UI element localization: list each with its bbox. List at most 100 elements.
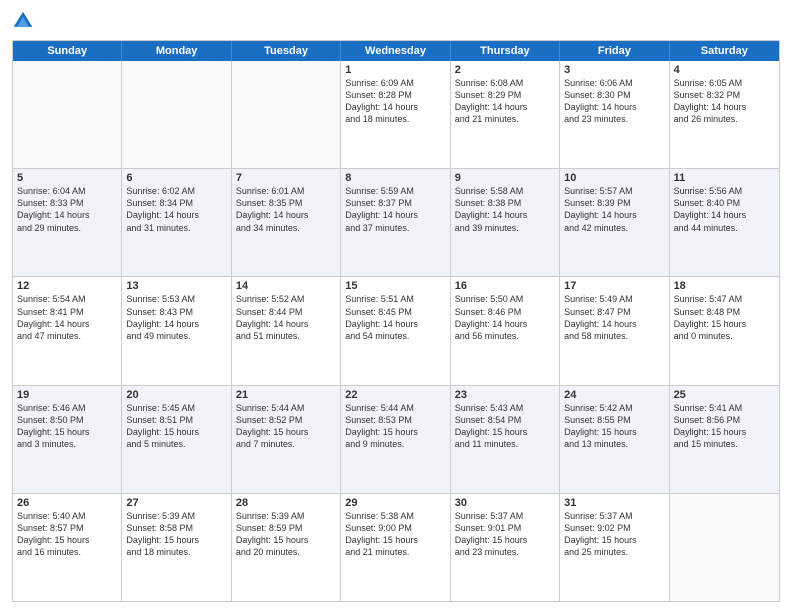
day-number: 23 bbox=[455, 389, 555, 401]
calendar-cell-3: 3Sunrise: 6:06 AM Sunset: 8:30 PM Daylig… bbox=[560, 61, 669, 168]
calendar-cell-20: 20Sunrise: 5:45 AM Sunset: 8:51 PM Dayli… bbox=[122, 386, 231, 493]
day-info: Sunrise: 6:04 AM Sunset: 8:33 PM Dayligh… bbox=[17, 185, 117, 234]
calendar-cell-7: 7Sunrise: 6:01 AM Sunset: 8:35 PM Daylig… bbox=[232, 169, 341, 276]
day-info: Sunrise: 5:56 AM Sunset: 8:40 PM Dayligh… bbox=[674, 185, 775, 234]
calendar-cell-5: 5Sunrise: 6:04 AM Sunset: 8:33 PM Daylig… bbox=[13, 169, 122, 276]
calendar-cell-13: 13Sunrise: 5:53 AM Sunset: 8:43 PM Dayli… bbox=[122, 277, 231, 384]
day-info: Sunrise: 5:52 AM Sunset: 8:44 PM Dayligh… bbox=[236, 293, 336, 342]
calendar-cell-8: 8Sunrise: 5:59 AM Sunset: 8:37 PM Daylig… bbox=[341, 169, 450, 276]
day-info: Sunrise: 5:54 AM Sunset: 8:41 PM Dayligh… bbox=[17, 293, 117, 342]
day-number: 4 bbox=[674, 64, 775, 76]
day-number: 28 bbox=[236, 497, 336, 509]
calendar-cell-26: 26Sunrise: 5:40 AM Sunset: 8:57 PM Dayli… bbox=[13, 494, 122, 601]
calendar-header: SundayMondayTuesdayWednesdayThursdayFrid… bbox=[13, 41, 779, 61]
calendar-cell-18: 18Sunrise: 5:47 AM Sunset: 8:48 PM Dayli… bbox=[670, 277, 779, 384]
day-number: 11 bbox=[674, 172, 775, 184]
day-number: 31 bbox=[564, 497, 664, 509]
header-day-sunday: Sunday bbox=[13, 41, 122, 61]
day-info: Sunrise: 5:45 AM Sunset: 8:51 PM Dayligh… bbox=[126, 402, 226, 451]
day-info: Sunrise: 5:49 AM Sunset: 8:47 PM Dayligh… bbox=[564, 293, 664, 342]
calendar-row-4: 26Sunrise: 5:40 AM Sunset: 8:57 PM Dayli… bbox=[13, 493, 779, 601]
calendar-body: 1Sunrise: 6:09 AM Sunset: 8:28 PM Daylig… bbox=[13, 61, 779, 601]
day-info: Sunrise: 5:42 AM Sunset: 8:55 PM Dayligh… bbox=[564, 402, 664, 451]
day-info: Sunrise: 6:02 AM Sunset: 8:34 PM Dayligh… bbox=[126, 185, 226, 234]
calendar-cell-24: 24Sunrise: 5:42 AM Sunset: 8:55 PM Dayli… bbox=[560, 386, 669, 493]
header-day-tuesday: Tuesday bbox=[232, 41, 341, 61]
day-number: 16 bbox=[455, 280, 555, 292]
day-number: 27 bbox=[126, 497, 226, 509]
calendar-cell-empty-6 bbox=[670, 494, 779, 601]
calendar-cell-16: 16Sunrise: 5:50 AM Sunset: 8:46 PM Dayli… bbox=[451, 277, 560, 384]
day-info: Sunrise: 5:39 AM Sunset: 8:58 PM Dayligh… bbox=[126, 510, 226, 559]
day-number: 15 bbox=[345, 280, 445, 292]
day-info: Sunrise: 5:43 AM Sunset: 8:54 PM Dayligh… bbox=[455, 402, 555, 451]
day-info: Sunrise: 5:59 AM Sunset: 8:37 PM Dayligh… bbox=[345, 185, 445, 234]
day-number: 6 bbox=[126, 172, 226, 184]
day-number: 17 bbox=[564, 280, 664, 292]
calendar-row-0: 1Sunrise: 6:09 AM Sunset: 8:28 PM Daylig… bbox=[13, 61, 779, 168]
page: SundayMondayTuesdayWednesdayThursdayFrid… bbox=[0, 0, 792, 612]
day-number: 18 bbox=[674, 280, 775, 292]
calendar-row-2: 12Sunrise: 5:54 AM Sunset: 8:41 PM Dayli… bbox=[13, 276, 779, 384]
day-number: 9 bbox=[455, 172, 555, 184]
header-day-saturday: Saturday bbox=[670, 41, 779, 61]
day-number: 1 bbox=[345, 64, 445, 76]
calendar-cell-1: 1Sunrise: 6:09 AM Sunset: 8:28 PM Daylig… bbox=[341, 61, 450, 168]
calendar-cell-15: 15Sunrise: 5:51 AM Sunset: 8:45 PM Dayli… bbox=[341, 277, 450, 384]
day-info: Sunrise: 5:37 AM Sunset: 9:01 PM Dayligh… bbox=[455, 510, 555, 559]
day-info: Sunrise: 5:41 AM Sunset: 8:56 PM Dayligh… bbox=[674, 402, 775, 451]
day-info: Sunrise: 5:47 AM Sunset: 8:48 PM Dayligh… bbox=[674, 293, 775, 342]
day-info: Sunrise: 6:06 AM Sunset: 8:30 PM Dayligh… bbox=[564, 77, 664, 126]
day-number: 26 bbox=[17, 497, 117, 509]
calendar-cell-28: 28Sunrise: 5:39 AM Sunset: 8:59 PM Dayli… bbox=[232, 494, 341, 601]
day-number: 7 bbox=[236, 172, 336, 184]
day-number: 20 bbox=[126, 389, 226, 401]
day-number: 12 bbox=[17, 280, 117, 292]
day-info: Sunrise: 6:09 AM Sunset: 8:28 PM Dayligh… bbox=[345, 77, 445, 126]
calendar-cell-23: 23Sunrise: 5:43 AM Sunset: 8:54 PM Dayli… bbox=[451, 386, 560, 493]
calendar-cell-27: 27Sunrise: 5:39 AM Sunset: 8:58 PM Dayli… bbox=[122, 494, 231, 601]
day-info: Sunrise: 5:51 AM Sunset: 8:45 PM Dayligh… bbox=[345, 293, 445, 342]
day-number: 3 bbox=[564, 64, 664, 76]
day-info: Sunrise: 5:58 AM Sunset: 8:38 PM Dayligh… bbox=[455, 185, 555, 234]
calendar-cell-10: 10Sunrise: 5:57 AM Sunset: 8:39 PM Dayli… bbox=[560, 169, 669, 276]
header-day-wednesday: Wednesday bbox=[341, 41, 450, 61]
calendar-cell-31: 31Sunrise: 5:37 AM Sunset: 9:02 PM Dayli… bbox=[560, 494, 669, 601]
day-info: Sunrise: 6:01 AM Sunset: 8:35 PM Dayligh… bbox=[236, 185, 336, 234]
day-info: Sunrise: 5:40 AM Sunset: 8:57 PM Dayligh… bbox=[17, 510, 117, 559]
logo bbox=[12, 10, 38, 32]
logo-icon bbox=[12, 10, 34, 32]
day-number: 25 bbox=[674, 389, 775, 401]
day-number: 24 bbox=[564, 389, 664, 401]
calendar-cell-30: 30Sunrise: 5:37 AM Sunset: 9:01 PM Dayli… bbox=[451, 494, 560, 601]
header bbox=[12, 10, 780, 32]
day-info: Sunrise: 6:05 AM Sunset: 8:32 PM Dayligh… bbox=[674, 77, 775, 126]
calendar-cell-22: 22Sunrise: 5:44 AM Sunset: 8:53 PM Dayli… bbox=[341, 386, 450, 493]
day-number: 29 bbox=[345, 497, 445, 509]
calendar-cell-19: 19Sunrise: 5:46 AM Sunset: 8:50 PM Dayli… bbox=[13, 386, 122, 493]
calendar-row-3: 19Sunrise: 5:46 AM Sunset: 8:50 PM Dayli… bbox=[13, 385, 779, 493]
calendar-cell-empty-1 bbox=[122, 61, 231, 168]
calendar: SundayMondayTuesdayWednesdayThursdayFrid… bbox=[12, 40, 780, 602]
day-number: 30 bbox=[455, 497, 555, 509]
day-info: Sunrise: 5:46 AM Sunset: 8:50 PM Dayligh… bbox=[17, 402, 117, 451]
day-info: Sunrise: 5:57 AM Sunset: 8:39 PM Dayligh… bbox=[564, 185, 664, 234]
day-number: 10 bbox=[564, 172, 664, 184]
day-number: 19 bbox=[17, 389, 117, 401]
day-info: Sunrise: 5:38 AM Sunset: 9:00 PM Dayligh… bbox=[345, 510, 445, 559]
calendar-cell-21: 21Sunrise: 5:44 AM Sunset: 8:52 PM Dayli… bbox=[232, 386, 341, 493]
calendar-cell-2: 2Sunrise: 6:08 AM Sunset: 8:29 PM Daylig… bbox=[451, 61, 560, 168]
calendar-cell-17: 17Sunrise: 5:49 AM Sunset: 8:47 PM Dayli… bbox=[560, 277, 669, 384]
calendar-cell-empty-2 bbox=[232, 61, 341, 168]
calendar-cell-empty-0 bbox=[13, 61, 122, 168]
calendar-cell-12: 12Sunrise: 5:54 AM Sunset: 8:41 PM Dayli… bbox=[13, 277, 122, 384]
calendar-cell-14: 14Sunrise: 5:52 AM Sunset: 8:44 PM Dayli… bbox=[232, 277, 341, 384]
day-info: Sunrise: 5:50 AM Sunset: 8:46 PM Dayligh… bbox=[455, 293, 555, 342]
header-day-friday: Friday bbox=[560, 41, 669, 61]
header-day-monday: Monday bbox=[122, 41, 231, 61]
calendar-cell-25: 25Sunrise: 5:41 AM Sunset: 8:56 PM Dayli… bbox=[670, 386, 779, 493]
header-day-thursday: Thursday bbox=[451, 41, 560, 61]
day-info: Sunrise: 5:44 AM Sunset: 8:52 PM Dayligh… bbox=[236, 402, 336, 451]
day-info: Sunrise: 5:39 AM Sunset: 8:59 PM Dayligh… bbox=[236, 510, 336, 559]
day-number: 8 bbox=[345, 172, 445, 184]
